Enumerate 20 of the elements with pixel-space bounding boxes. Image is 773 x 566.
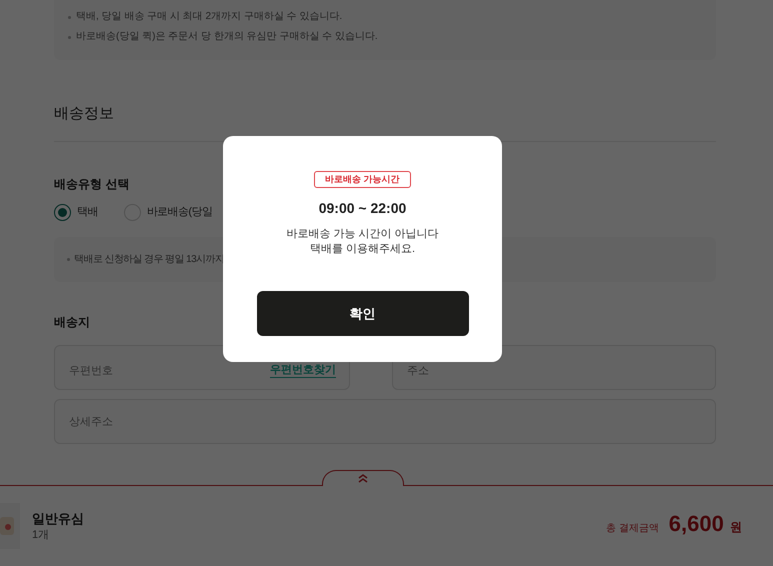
field-label: 배송유형 선택 — [54, 176, 130, 192]
total-amount: 6,600 — [668, 510, 724, 538]
radio-option[interactable]: 택배 — [54, 204, 98, 220]
time-range: 09:00 ~ 22:00 — [318, 199, 406, 218]
expand-button[interactable] — [322, 470, 404, 486]
notice-text: 바로배송(당일 퀵)은 주문서 당 한개의 유심만 구매하실 수 있습니다. — [76, 30, 378, 44]
confirm-button[interactable]: 확인 — [256, 291, 468, 336]
total-label: 총 결제금액 — [606, 522, 659, 536]
notice-text: 택배, 당일 배송 구매 시 최대 2개까지 구매하실 수 있습니다. — [76, 10, 342, 24]
badge: 바로배송 가능시간 — [314, 171, 411, 188]
message-text: 바로배송 가능 시간이 아닙니다 — [286, 227, 439, 242]
message-text: 택배를 이용해주세요. — [310, 242, 416, 257]
postcode-search-link[interactable]: 우편번호찾기 — [270, 364, 336, 378]
double-chevron-up-icon — [358, 474, 368, 483]
field-label: 배송지 — [54, 314, 90, 330]
radio-option[interactable]: 바로배송(당일 — [124, 204, 212, 220]
product-name: 일반유심 — [32, 510, 84, 528]
section-title: 배송정보 — [54, 104, 115, 124]
currency-label: 원 — [730, 519, 742, 536]
product-quantity: 1개 — [32, 528, 50, 543]
